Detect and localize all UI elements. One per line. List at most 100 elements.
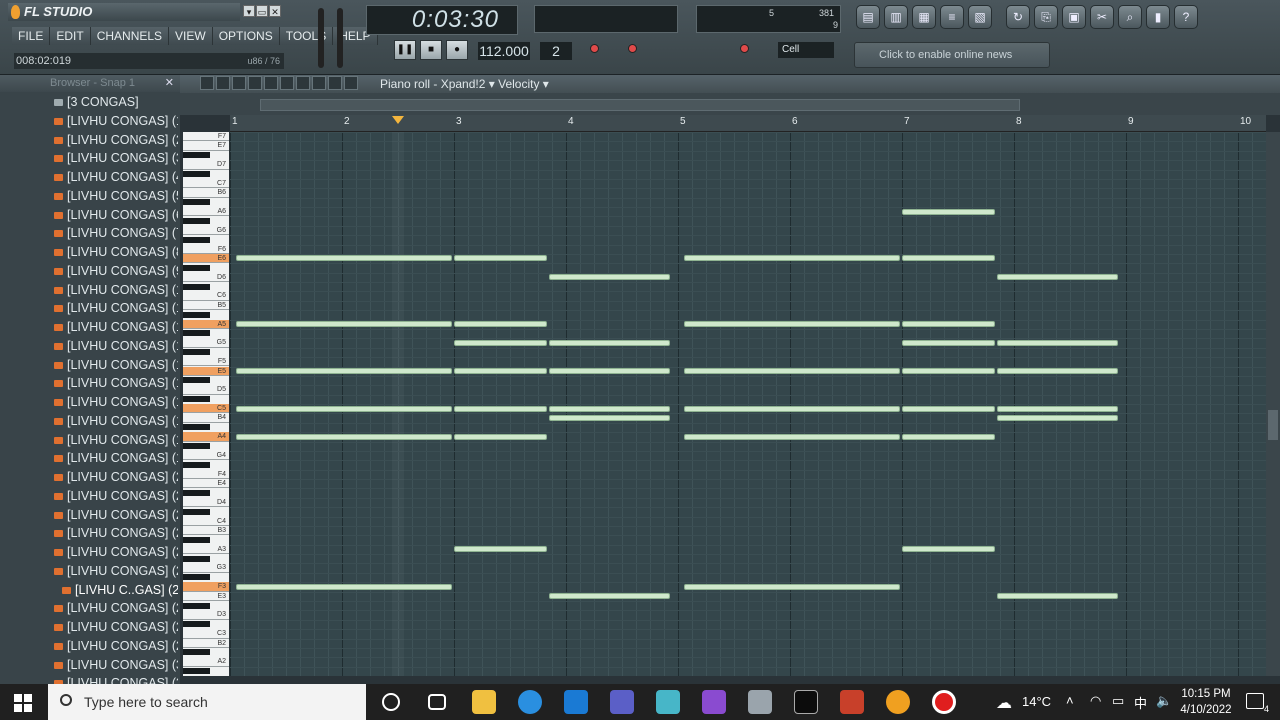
piano-black-key[interactable] [183,396,210,403]
menu-options[interactable]: OPTIONS [212,27,280,45]
master-pitch-slider[interactable] [337,8,343,68]
piano-white-key[interactable]: D7 [183,160,229,170]
piano-roll-title[interactable]: Piano roll - Xpand!2 ▾ Velocity ▾ [380,75,549,93]
piano-white-key[interactable]: G6 [183,226,229,236]
refresh-icon[interactable]: ↻ [1006,5,1030,29]
browser-item[interactable]: [LIVHU CONGAS] (1) [14,112,178,131]
vertical-scroll-thumb[interactable] [1268,410,1278,440]
loop-led[interactable] [740,44,749,53]
menu-edit[interactable]: EDIT [50,27,91,45]
piano-white-key[interactable]: D4 [183,498,229,508]
taskbar-search-box[interactable]: Type here to search [48,684,366,720]
midi-note[interactable] [902,546,996,553]
channel-rack-icon[interactable]: ▦ [912,5,936,29]
piano-black-key[interactable] [183,264,210,271]
piano-white-key[interactable]: A4 [183,432,229,442]
select-tool-icon[interactable] [280,76,294,90]
playback-tool-icon[interactable] [312,76,326,90]
piano-white-key[interactable]: F3 [183,582,229,592]
online-news-panel[interactable]: Click to enable online news [854,42,1050,68]
piano-white-key[interactable]: E4 [183,479,229,489]
piano-black-key[interactable] [183,424,210,431]
browser-item[interactable]: [LIVHU CONGAS] (20) [14,468,178,487]
midi-note[interactable] [235,255,452,262]
piano-black-key[interactable] [183,199,210,206]
midi-note[interactable] [235,583,452,590]
browser-item[interactable]: [LIVHU CONGAS] (3) [14,149,178,168]
browser-item[interactable]: [LIVHU CONGAS] (13) [14,337,178,356]
piano-white-key[interactable]: C7 [183,179,229,189]
piano-black-key[interactable] [183,574,210,581]
piano-black-key[interactable] [183,377,210,384]
piano-white-key[interactable]: A6 [183,207,229,217]
midi-note[interactable] [902,321,996,328]
piano-white-key[interactable]: E3 [183,592,229,601]
piano-white-key[interactable]: C5 [183,404,229,414]
playback-marker[interactable] [392,116,404,124]
vscode-icon[interactable] [564,690,588,714]
browser-item[interactable]: [LIVHU CONGAS] (24) [14,543,178,562]
browser-icon[interactable]: ▧ [968,5,992,29]
browser-item[interactable]: [LIVHU CONGAS] (18) [14,431,178,450]
midi-note[interactable] [902,405,996,412]
midi-note[interactable] [549,593,671,600]
midi-note[interactable] [997,339,1119,346]
midi-note[interactable] [454,433,548,440]
midi-note[interactable] [549,405,671,412]
piano-black-key[interactable] [183,330,210,337]
paint-tool-icon[interactable] [216,76,230,90]
piano-black-key[interactable] [183,461,210,468]
piano-black-key[interactable] [183,217,210,224]
close-button[interactable]: ✕ [269,5,281,17]
help-icon[interactable]: ? [1174,5,1198,29]
midi-note[interactable] [235,321,452,328]
file-explorer-icon[interactable] [472,690,496,714]
minimize-button[interactable]: ▾ [243,5,255,17]
piano-black-key[interactable] [183,621,210,628]
browser-item[interactable]: [LIVHU CONGAS] (21) [14,487,178,506]
app-icon[interactable] [656,690,680,714]
piano-black-key[interactable] [183,443,210,450]
midi-note[interactable] [549,339,671,346]
browser-item[interactable]: [LIVHU CONGAS] (17) [14,412,178,431]
browser-item[interactable]: [LIVHU CONGAS] (9) [14,262,178,281]
piano-black-key[interactable] [183,311,210,318]
snap-selector[interactable]: Cell [778,42,834,58]
menu-view[interactable]: VIEW [169,27,213,45]
midi-note[interactable] [454,546,548,553]
menu-file[interactable]: FILE [12,27,51,45]
piano-white-key[interactable]: F7 [183,132,229,142]
midi-note[interactable] [902,368,996,374]
browser-item[interactable]: [LIVHU CONGAS] (16) [14,393,178,412]
midi-note[interactable] [683,368,900,374]
ime-icon[interactable]: 中 [1134,693,1147,712]
zoom-tool-icon[interactable] [296,76,310,90]
midi-note[interactable] [902,208,996,215]
piano-white-key[interactable]: A3 [183,545,229,555]
piano-black-key[interactable] [183,236,210,243]
taskbar-clock[interactable]: 10:15 PM 4/10/2022 [1178,686,1234,718]
midi-note[interactable] [549,368,671,374]
maximize-button[interactable]: ▭ [256,5,268,17]
browser-item[interactable]: [LIVHU CONGAS] (4) [14,168,178,187]
piano-white-key[interactable]: C6 [183,291,229,301]
recorder-icon[interactable] [932,690,956,714]
mixer-icon[interactable]: ≡ [940,5,964,29]
menu-channels[interactable]: CHANNELS [90,27,170,45]
browser-item[interactable]: [LIVHU CONGAS] (14) [14,356,178,375]
terminal-icon[interactable] [794,690,818,714]
browser-item[interactable]: [LIVHU CONGAS] (30) [14,656,178,675]
midi-note[interactable] [683,433,900,440]
piano-white-key[interactable]: B4 [183,413,229,423]
event-param-selector[interactable]: Velocity [498,77,539,91]
piano-white-key[interactable]: G5 [183,338,229,348]
midi-note[interactable] [235,433,452,440]
midi-note[interactable] [454,321,548,328]
piano-white-key[interactable]: F5 [183,357,229,367]
browser-item[interactable]: [LIVHU CONGAS] (11) [14,299,178,318]
piano-white-key[interactable]: D3 [183,610,229,620]
fl-studio-taskbar-icon[interactable] [886,690,910,714]
midi-note[interactable] [683,405,900,412]
piano-black-key[interactable] [183,152,210,159]
midi-note[interactable] [454,339,548,346]
